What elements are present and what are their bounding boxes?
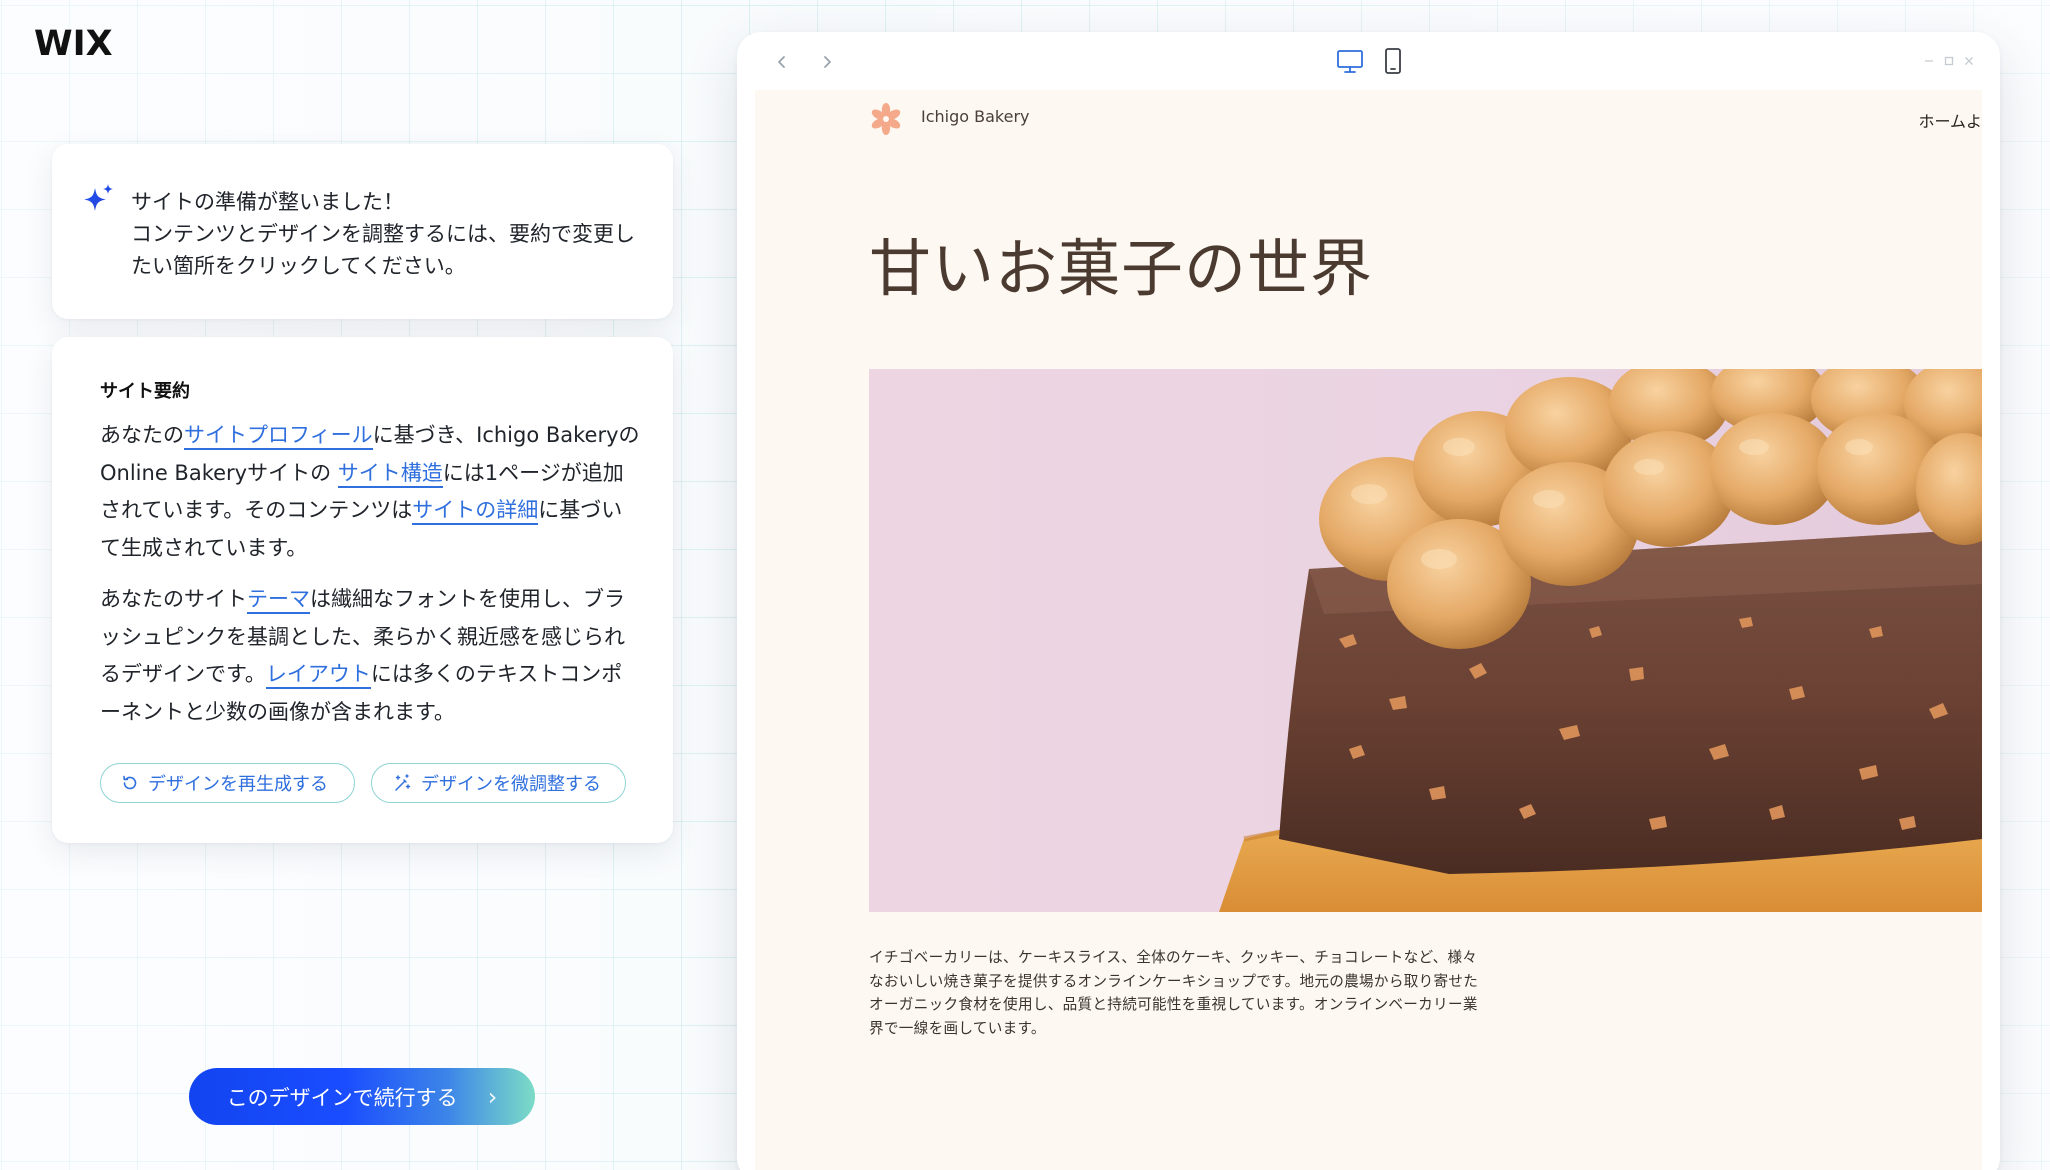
- hero-cake-image: [869, 369, 1982, 912]
- hero-title: 甘いお菓子の世界: [869, 232, 1374, 305]
- site-preview-viewport: Ichigo Bakery ホームよ 甘いお菓子の世界 イチゴベーカリーは、ケー…: [755, 90, 1982, 1170]
- summary-paragraph-1: あなたのサイトプロフィールに基づき、Ichigo BakeryのOnline B…: [100, 417, 640, 567]
- chevron-right-icon: ›: [487, 1082, 498, 1111]
- bakery-flower-logo-icon: [871, 103, 901, 135]
- site-profile-link[interactable]: サイトプロフィール: [184, 423, 373, 450]
- summary-title: サイト要約: [100, 381, 190, 402]
- summary-paragraph-2: あなたのサイトテーマは繊細なフォントを使用し、ブラッシュピンクを基調とした、柔ら…: [100, 581, 640, 731]
- refresh-icon: [123, 775, 137, 790]
- layout-link[interactable]: レイアウト: [265, 662, 371, 689]
- summary-text: あなたのサイト: [100, 587, 247, 611]
- chevron-left-icon[interactable]: [771, 50, 793, 74]
- site-nav-home[interactable]: ホームよ: [1918, 108, 1982, 132]
- wix-logo[interactable]: WIX: [34, 24, 113, 64]
- theme-link[interactable]: テーマ: [247, 587, 310, 614]
- chevron-right-icon[interactable]: [816, 50, 838, 74]
- site-structure-link[interactable]: サイト構造: [337, 460, 443, 488]
- site-summary-card: サイト要約 あなたのサイトプロフィールに基づき、Ichigo BakeryのOn…: [52, 337, 673, 843]
- hero-description: イチゴベーカリーは、ケーキスライス、全体のケーキ、クッキー、チョコレートなど、様…: [869, 949, 1479, 1037]
- continue-with-design-button[interactable]: このデザインで続行する ›: [189, 1068, 535, 1125]
- site-details-link[interactable]: サイトの詳細: [412, 498, 539, 525]
- site-preview-window: Ichigo Bakery ホームよ 甘いお菓子の世界 イチゴベーカリーは、ケー…: [737, 32, 2000, 1170]
- regenerate-design-button[interactable]: デザインを再生成する: [100, 763, 355, 803]
- magic-wand-icon: [395, 774, 411, 791]
- minimize-icon[interactable]: [1922, 54, 1936, 68]
- close-icon[interactable]: [1962, 54, 1976, 68]
- summary-text: あなたの: [100, 423, 184, 447]
- preview-toolbar: [737, 32, 2000, 90]
- continue-label: このデザインで続行する: [226, 1085, 458, 1110]
- mobile-icon[interactable]: [1381, 46, 1405, 76]
- assistant-message-text: サイトの準備が整いました！ コンテンツとデザインを調整するには、要約で変更したい…: [131, 190, 635, 278]
- assistant-message-card: サイトの準備が整いました！ コンテンツとデザインを調整するには、要約で変更したい…: [52, 144, 673, 319]
- fine-tune-design-button[interactable]: デザインを微調整する: [371, 763, 626, 803]
- fine-tune-design-label: デザインを微調整する: [421, 774, 601, 795]
- regenerate-design-label: デザインを再生成する: [148, 774, 328, 795]
- desktop-icon[interactable]: [1335, 46, 1365, 76]
- sparkle-icon: [84, 184, 113, 211]
- maximize-icon[interactable]: [1942, 54, 1956, 68]
- site-name: Ichigo Bakery: [921, 107, 1030, 126]
